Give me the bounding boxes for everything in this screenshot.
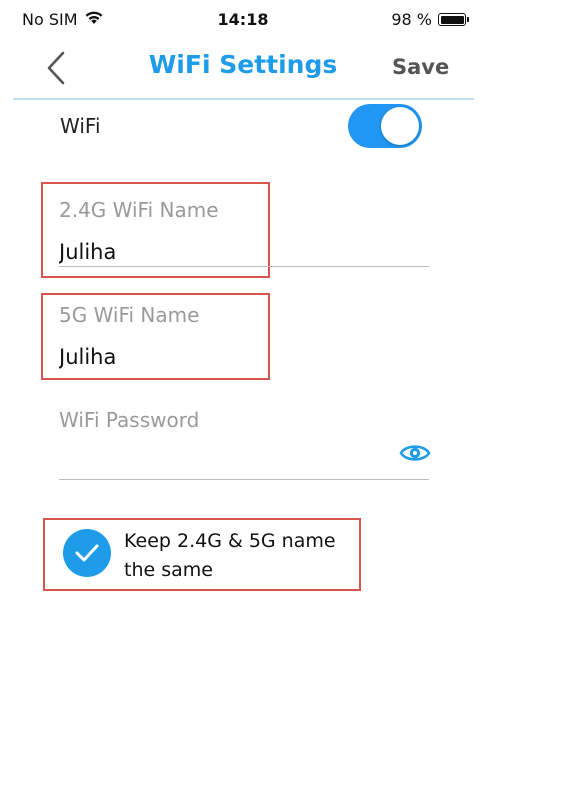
checkmark-icon [75,544,99,562]
battery-icon [438,13,469,26]
field-label-24g-name: 2.4G WiFi Name [59,198,219,222]
battery-percent: 98 % [391,10,432,29]
wifi-5g-name-input[interactable] [59,343,264,371]
save-button[interactable]: Save [392,55,449,79]
eye-icon [399,445,431,461]
show-password-button[interactable] [399,441,431,465]
wifi-24g-name-input[interactable] [59,238,419,266]
field-label-5g-name: 5G WiFi Name [59,303,200,327]
wifi-toggle-label: WiFi [60,114,101,138]
same-name-checkbox[interactable] [63,529,111,577]
toggle-knob [381,107,419,145]
wifi-toggle[interactable] [348,104,422,148]
status-bar-right: 98 % [391,10,469,29]
field-underline-24g [59,266,429,267]
field-label-password: WiFi Password [59,408,200,432]
field-underline-password [59,479,429,480]
wifi-password-input[interactable] [59,444,389,472]
same-name-label: Keep 2.4G & 5G name the same [124,530,336,581]
nav-divider [13,98,474,100]
